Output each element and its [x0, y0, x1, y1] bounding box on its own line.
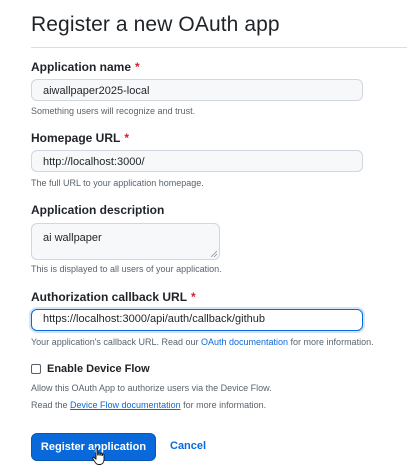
device-flow-checkbox[interactable] — [31, 364, 41, 374]
homepage-url-note: The full URL to your application homepag… — [31, 178, 204, 188]
app-name-input[interactable]: aiwallpaper2025-local — [31, 79, 363, 101]
app-name-label: Application name * — [31, 60, 140, 74]
app-description-textarea[interactable]: ai wallpaper — [31, 223, 220, 260]
device-flow-note-prefix: Read the — [31, 400, 71, 410]
device-flow-documentation-link[interactable]: Device Flow documentation — [70, 400, 181, 410]
callback-url-label: Authorization callback URL * — [31, 290, 196, 304]
callback-note-suffix: for more information. — [288, 337, 374, 347]
device-flow-note: Allow this OAuth App to authorize users … — [31, 383, 272, 393]
device-flow-label[interactable]: Enable Device Flow — [47, 363, 150, 375]
oauth-app-form-page: Register a new OAuth app Application nam… — [0, 0, 407, 469]
app-description-label: Application description — [31, 203, 165, 217]
app-description-value: ai wallpaper — [43, 232, 102, 244]
required-marker: * — [135, 60, 140, 74]
required-marker: * — [191, 290, 196, 304]
app-description-note: This is displayed to all users of your a… — [31, 264, 222, 274]
homepage-url-label-text: Homepage URL — [31, 131, 121, 145]
callback-note-prefix: Your application's callback URL. Read ou… — [31, 337, 201, 347]
page-title: Register a new OAuth app — [31, 13, 280, 36]
resize-grip-icon[interactable] — [210, 250, 217, 257]
device-flow-doc-note: Read the Device Flow documentation for m… — [31, 400, 266, 410]
callback-url-input[interactable]: https://localhost:3000/api/auth/callback… — [31, 309, 363, 331]
required-marker: * — [124, 131, 130, 145]
device-flow-note-suffix: for more information. — [180, 400, 267, 410]
callback-url-label-text: Authorization callback URL — [31, 290, 188, 304]
title-divider — [31, 47, 407, 48]
app-name-note: Something users will recognize and trust… — [31, 106, 196, 116]
homepage-url-label: Homepage URL * — [31, 131, 129, 145]
oauth-documentation-link[interactable]: OAuth documentation — [201, 337, 288, 347]
device-flow-row: Enable Device Flow — [31, 362, 150, 376]
hand-pointer-icon — [92, 447, 105, 465]
callback-url-note: Your application's callback URL. Read ou… — [31, 337, 374, 347]
cancel-button[interactable]: Cancel — [170, 440, 206, 452]
app-name-label-text: Application name — [31, 60, 132, 74]
homepage-url-input[interactable]: http://localhost:3000/ — [31, 150, 363, 172]
